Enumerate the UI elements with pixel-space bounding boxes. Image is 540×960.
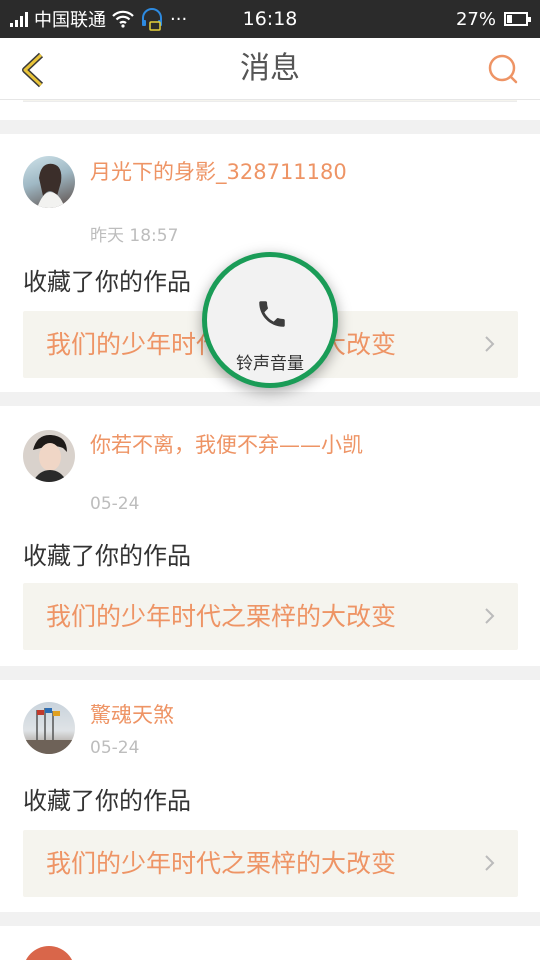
avatar[interactable] xyxy=(23,946,75,960)
battery-percent: 27% xyxy=(455,8,496,30)
work-title: 我们的少年时代之栗梓的大改变 xyxy=(46,849,397,878)
page-title: 消息 xyxy=(240,51,300,86)
ringer-volume-overlay: 铃声音量 xyxy=(202,252,338,388)
user-name[interactable]: 月光下的身影_328711180 xyxy=(90,159,390,186)
list-item xyxy=(0,926,540,960)
list-item: 驚魂天煞 05-24 收藏了你的作品 我们的少年时代之栗梓的大改变 xyxy=(0,680,540,912)
chevron-right-icon xyxy=(485,336,495,352)
previous-card-remnant xyxy=(0,100,540,120)
phone-icon xyxy=(259,301,285,327)
avatar[interactable] xyxy=(23,156,75,208)
chevron-right-icon xyxy=(485,855,495,871)
header: 消息 xyxy=(0,38,540,100)
avatar[interactable] xyxy=(23,430,75,482)
timestamp: 昨天 18:57 xyxy=(90,226,179,246)
chevron-right-icon xyxy=(485,608,495,624)
search-button[interactable] xyxy=(486,52,520,86)
ringer-volume-label: 铃声音量 xyxy=(236,354,304,374)
timestamp: 05-24 xyxy=(90,738,140,758)
list-item: 你若不离，我便不弃——小凯 05-24 收藏了你的作品 我们的少年时代之栗梓的大… xyxy=(0,406,540,666)
user-name[interactable]: 你若不离，我便不弃——小凯 xyxy=(90,432,390,459)
action-text: 收藏了你的作品 xyxy=(23,542,191,570)
action-text: 收藏了你的作品 xyxy=(23,787,191,815)
timestamp: 05-24 xyxy=(90,494,140,514)
avatar[interactable] xyxy=(23,702,75,754)
work-link[interactable]: 我们的少年时代之栗梓的大改变 xyxy=(23,830,518,897)
status-bar: 中国联通 ··· 16:18 27% xyxy=(0,0,540,38)
battery-icon xyxy=(504,12,531,26)
search-icon xyxy=(488,54,518,84)
notification-list: 月光下的身影_328711180 昨天 18:57 收藏了你的作品 我们的少年时… xyxy=(0,100,540,960)
action-text: 收藏了你的作品 xyxy=(23,268,191,296)
work-title: 我们的少年时代之栗梓的大改变 xyxy=(46,602,397,631)
user-name[interactable]: 驚魂天煞 xyxy=(90,702,390,729)
work-link[interactable]: 我们的少年时代之栗梓的大改变 xyxy=(23,583,518,650)
